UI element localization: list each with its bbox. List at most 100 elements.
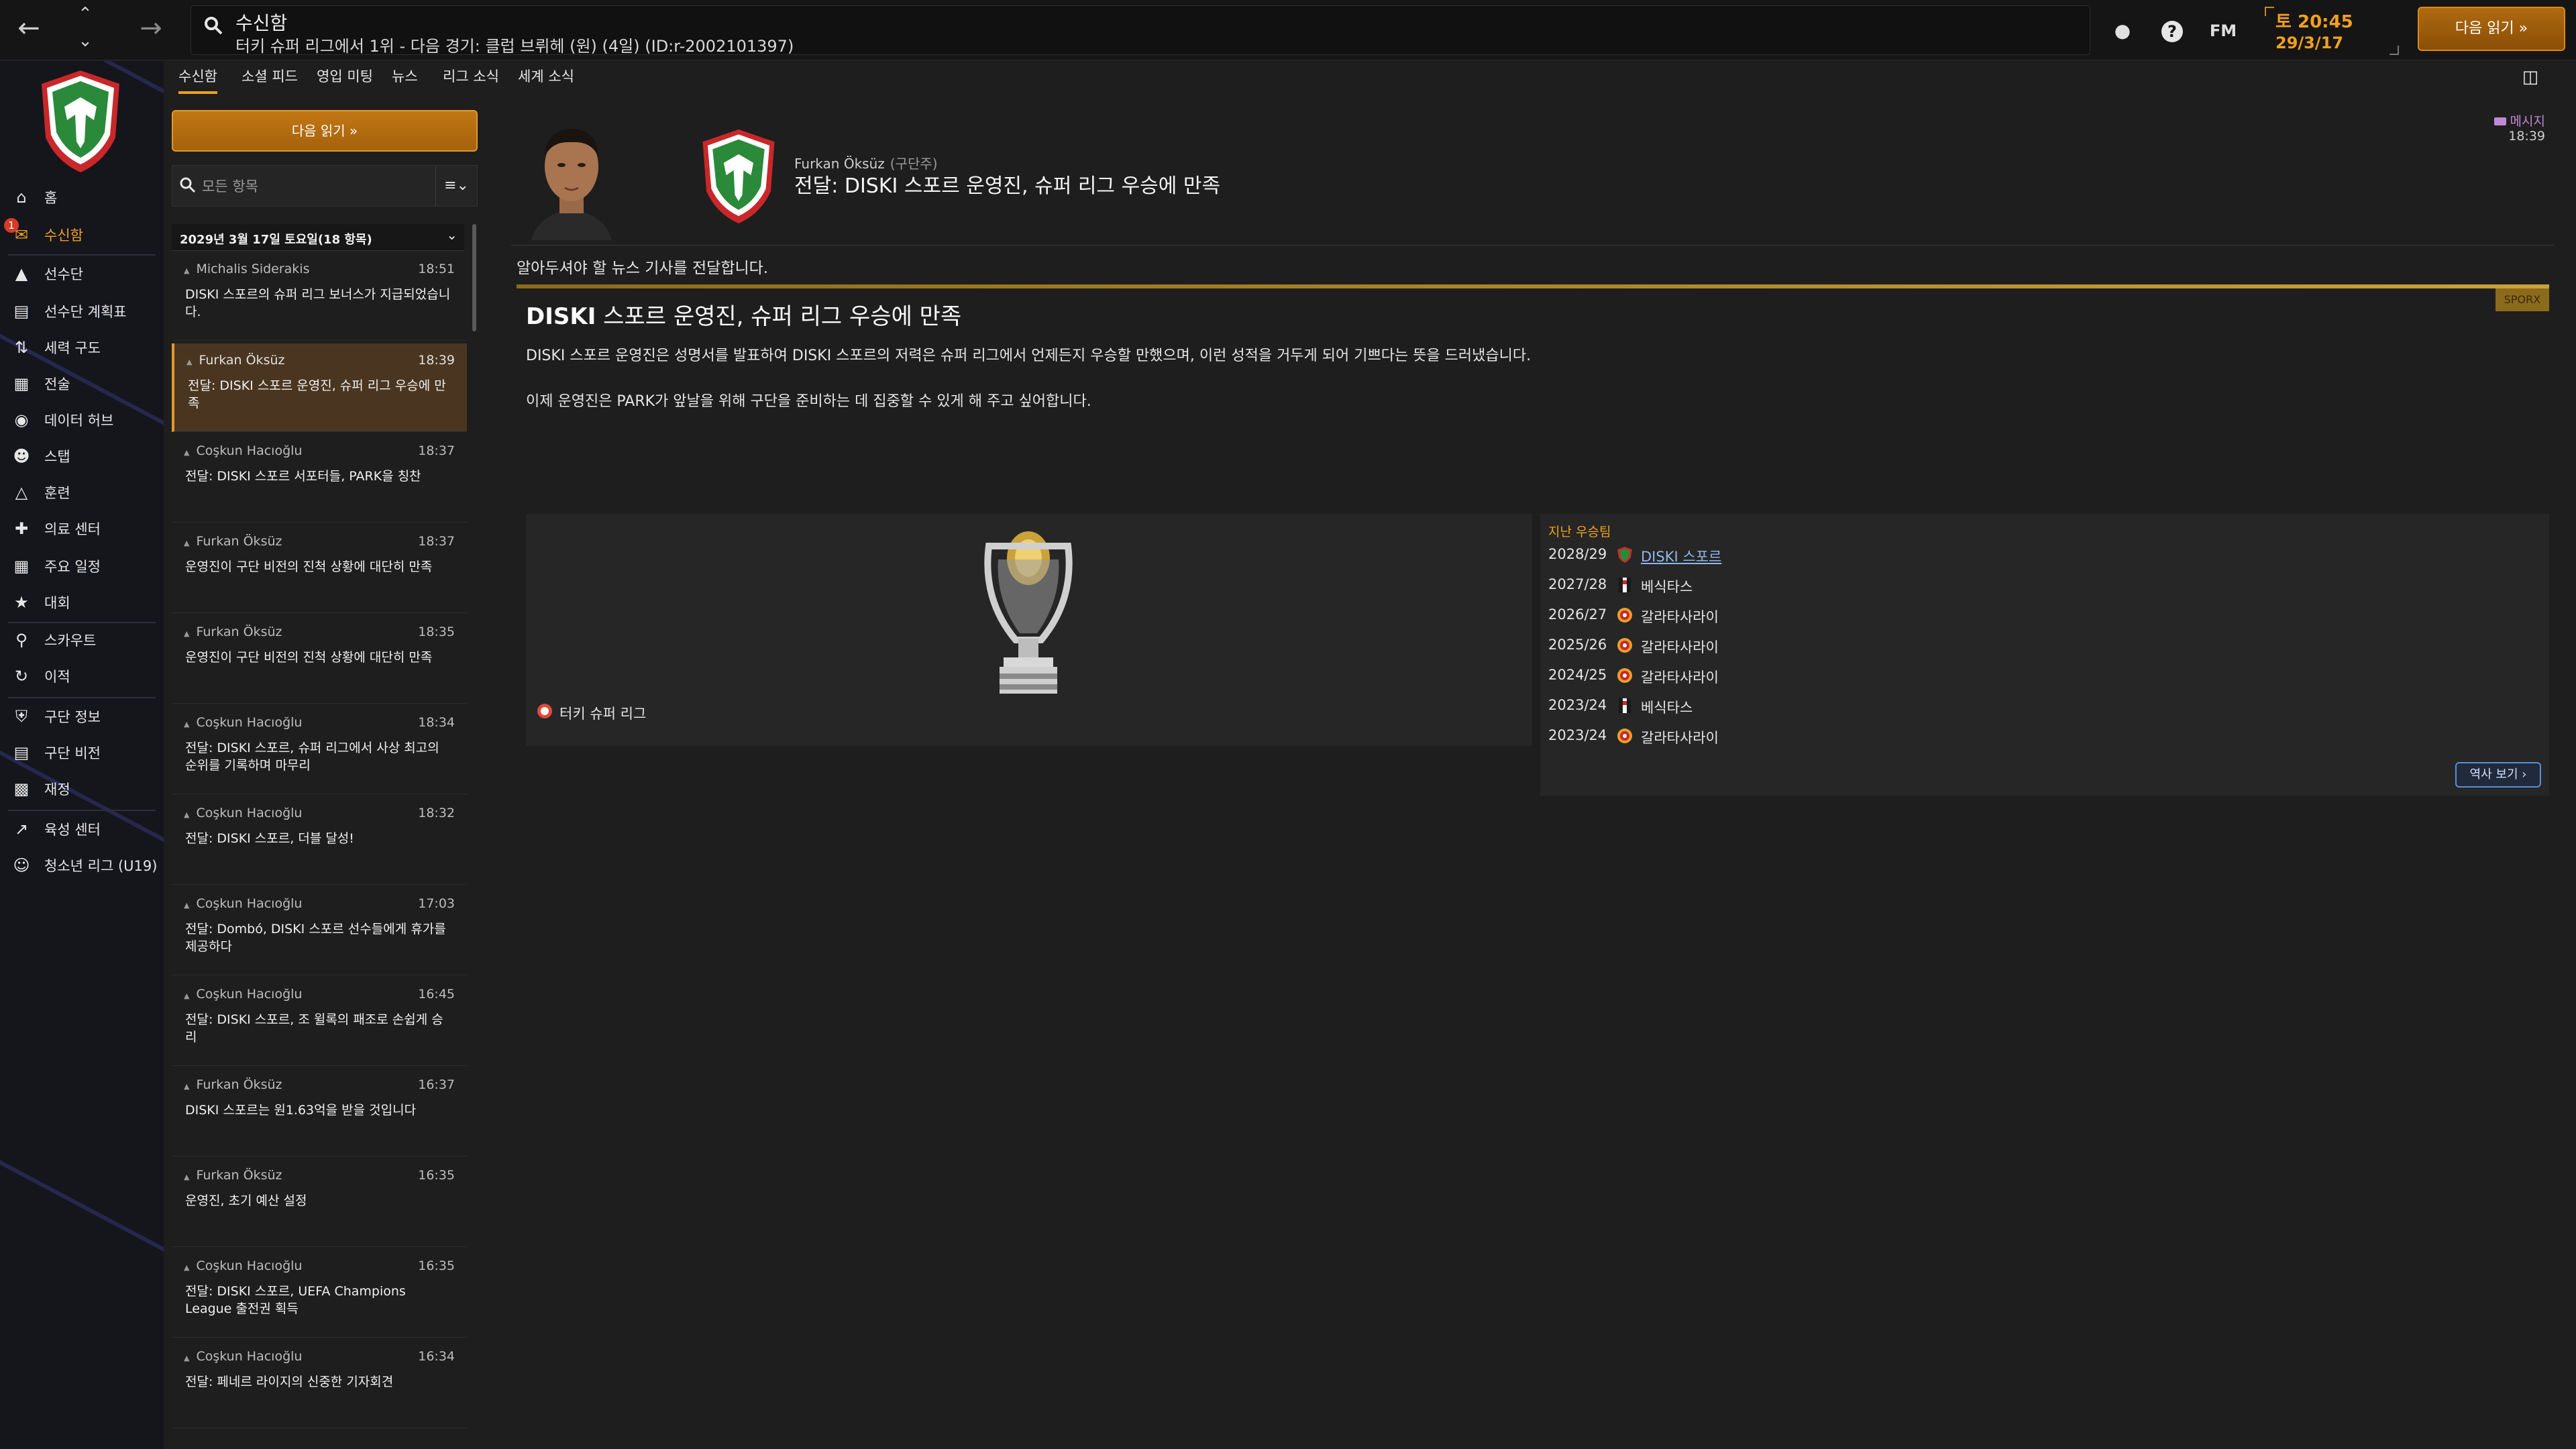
winner-season: 2023/24 bbox=[1548, 697, 1607, 713]
message-sender: Furkan Öksüz bbox=[184, 534, 282, 549]
article-paragraph: 이제 운영진은 PARK가 앞날을 위해 구단을 준비하는 데 집중할 수 있게… bbox=[526, 393, 1091, 410]
double-chevron-right-icon: » bbox=[350, 123, 358, 139]
fm-logo[interactable]: FM bbox=[2207, 17, 2239, 44]
message-subject: 전달: DISKI 스포르, 더블 달성! bbox=[185, 831, 354, 846]
winner-row: 2026/27 갈라타사라이 bbox=[1548, 601, 1951, 628]
sidebar-item-home[interactable]: ⌂ 홈 bbox=[0, 179, 164, 215]
galatasaray-crest-icon bbox=[1617, 668, 1632, 683]
message-item-selected[interactable]: Furkan Öksüz 18:39 전달: DISKI 스포르 운영진, 슈퍼… bbox=[172, 343, 467, 432]
sidebar-item-scouting[interactable]: ⚲ 스카우트 bbox=[0, 622, 164, 658]
message-intro: 알아두셔야 할 뉴스 기사를 전달합니다. bbox=[517, 260, 769, 277]
besiktas-crest-icon bbox=[1619, 698, 1631, 713]
sidebar-item-finances[interactable]: ▩ 재정 bbox=[0, 771, 164, 807]
sidebar-item-transfers[interactable]: ↻ 이적 bbox=[0, 658, 164, 694]
view-history-button[interactable]: 역사 보기 › bbox=[2455, 762, 2541, 788]
game-datetime[interactable]: 토 20:45 29/3/17 bbox=[2265, 7, 2399, 55]
back-arrow-icon[interactable]: ← bbox=[12, 15, 46, 46]
inbox-search-input[interactable] bbox=[202, 176, 430, 197]
help-icon[interactable]: ? bbox=[2159, 17, 2186, 44]
message-item[interactable]: Coşkun Hacıoğlu 18:32 전달: DISKI 스포르, 더블 … bbox=[172, 796, 467, 885]
article-title-rest: 스포르 운영진, 슈퍼 리그 우승에 만족 bbox=[596, 303, 962, 330]
galatasaray-crest-icon bbox=[1617, 729, 1632, 743]
sidebar-item-tactics[interactable]: ▦ 전술 bbox=[0, 366, 164, 402]
sidebar-item-staff[interactable]: ☻ 스탭 bbox=[0, 438, 164, 474]
winner-row: 2023/24 갈라타사라이 bbox=[1548, 722, 1951, 749]
message-type-tag: 메시지 bbox=[2494, 111, 2545, 129]
sidebar-item-competitions[interactable]: ★ 대회 bbox=[0, 584, 164, 621]
winner-club[interactable]: 갈라타사라이 bbox=[1641, 727, 1719, 747]
sidebar-item-development[interactable]: ↗ 육성 센터 bbox=[0, 811, 164, 847]
message-item[interactable]: Coşkun Hacıoğlu 18:37 전달: DISKI 스포르 서포터들… bbox=[172, 434, 467, 523]
sidebar: ⌂ 홈 1 ✉ 수신함 ▲ 선수단 ▤ 선수단 계획표 ⇅ 세력 구도 ▦ 전술… bbox=[0, 61, 164, 1449]
winner-club[interactable]: 베식타스 bbox=[1641, 576, 1693, 596]
sidebar-item-youth-league[interactable]: ☺ 청소년 리그 (U19) bbox=[0, 847, 164, 883]
club-crest-icon[interactable] bbox=[699, 126, 778, 227]
article-paragraph: DISKI 스포르 운영진은 성명서를 발표하여 DISKI 스포르의 저력은 … bbox=[526, 347, 1532, 364]
message-sender: Furkan Öksüz bbox=[186, 353, 284, 368]
sidebar-item-data-hub[interactable]: ◉ 데이터 허브 bbox=[0, 402, 164, 438]
sender-portrait[interactable] bbox=[525, 114, 619, 240]
date-group-header[interactable]: 2029년 3월 17일 토요일(18 항목) ⌄ bbox=[172, 224, 464, 251]
message-item[interactable]: Furkan Öksüz 16:37 DISKI 스포르는 원1.63억을 받을… bbox=[172, 1068, 467, 1157]
winner-club[interactable]: 갈라타사라이 bbox=[1641, 606, 1719, 627]
title-search-bar[interactable]: 수신함 터키 슈퍼 리그에서 1위 - 다음 경기: 클럽 브뤼헤 (원) (4… bbox=[191, 5, 2090, 56]
continue-button[interactable]: 다음 읽기 » bbox=[2418, 7, 2565, 51]
message-time: 18:35 bbox=[418, 625, 455, 639]
message-item[interactable]: Coşkun Hacıoğlu 16:34 전달: 페네르 라이지의 신중한 기… bbox=[172, 1340, 467, 1428]
continue-label: 다음 읽기 bbox=[2455, 20, 2514, 37]
search-icon bbox=[180, 177, 196, 193]
sidebar-item-club-vision[interactable]: ▤ 구단 비전 bbox=[0, 735, 164, 771]
tab-social-feed[interactable]: 소셜 피드 bbox=[241, 66, 298, 91]
sidebar-item-schedule[interactable]: ▦ 주요 일정 bbox=[0, 548, 164, 584]
tab-news[interactable]: 뉴스 bbox=[392, 66, 418, 91]
message-item[interactable]: Coşkun Hacıoğlu 17:03 전달: Dombó, DISKI 스… bbox=[172, 887, 467, 975]
sidebar-item-squad-planner[interactable]: ▤ 선수단 계획표 bbox=[0, 293, 164, 329]
tab-recruitment-meetings[interactable]: 영입 미팅 bbox=[317, 66, 373, 91]
sidebar-item-dynamics[interactable]: ⇅ 세력 구도 bbox=[0, 329, 164, 366]
sort-menu-icon[interactable]: ≡⌄ bbox=[435, 166, 477, 206]
message-item[interactable]: Furkan Öksüz 18:37 운영진이 구단 비전의 진척 상황에 대단… bbox=[172, 525, 467, 613]
inbox-list-panel: 다음 읽기 » ≡⌄ 2029년 3월 17일 토요일(18 항목) ⌄ Mic… bbox=[168, 101, 483, 1449]
sidebar-item-club-info[interactable]: ⛨ 구단 정보 bbox=[0, 698, 164, 735]
club-crest-icon[interactable] bbox=[38, 68, 123, 175]
globe-icon[interactable]: ● bbox=[2109, 17, 2136, 44]
winner-season: 2026/27 bbox=[1548, 606, 1607, 623]
message-item[interactable]: Michalis Siderakis 18:51 DISKI 스포르의 슈퍼 리… bbox=[172, 252, 467, 341]
message-item[interactable]: Coşkun Hacıoğlu 18:34 전달: DISKI 스포르, 슈퍼 … bbox=[172, 706, 467, 794]
winner-club-link[interactable]: DISKI 스포르 bbox=[1641, 546, 1721, 566]
sidebar-item-inbox[interactable]: 1 ✉ 수신함 bbox=[0, 217, 164, 253]
winner-club[interactable]: 갈라타사라이 bbox=[1641, 667, 1719, 687]
scout-icon: ⚲ bbox=[15, 631, 28, 649]
sidebar-item-medical[interactable]: ✚ 의료 센터 bbox=[0, 511, 164, 547]
message-item[interactable]: Furkan Öksüz 18:35 운영진이 구단 비전의 진척 상황에 대단… bbox=[172, 615, 467, 704]
chevron-down-icon[interactable]: ⌄ bbox=[75, 32, 95, 52]
staff-icon: ☻ bbox=[13, 447, 30, 466]
tab-world-news[interactable]: 세계 소식 bbox=[518, 66, 574, 91]
message-subject: 전달: DISKI 스포르 서포터들, PARK을 칭찬 bbox=[185, 469, 421, 484]
continue-list-button[interactable]: 다음 읽기 » bbox=[172, 110, 478, 152]
chevron-up-icon[interactable]: ⌃ bbox=[75, 5, 95, 25]
galatasaray-crest-icon bbox=[1617, 608, 1632, 623]
layout-toggle-icon[interactable]: ◫ bbox=[2517, 67, 2544, 89]
tab-league-news[interactable]: 리그 소식 bbox=[443, 66, 499, 91]
forward-arrow-icon[interactable]: → bbox=[134, 15, 168, 46]
winner-club[interactable]: 갈라타사라이 bbox=[1641, 637, 1719, 657]
sidebar-item-squad[interactable]: ▲ 선수단 bbox=[0, 256, 164, 292]
message-item[interactable]: Coşkun Hacıoğlu 16:45 전달: DISKI 스포르, 조 윌… bbox=[172, 977, 467, 1066]
chevron-down-icon: ⌄ bbox=[446, 227, 458, 243]
inbox-badge: 1 bbox=[4, 218, 19, 233]
message-sender: Coşkun Hacıoğlu bbox=[184, 806, 302, 820]
tab-inbox[interactable]: 수신함 bbox=[178, 66, 217, 94]
winner-club[interactable]: 베식타스 bbox=[1641, 697, 1693, 717]
message-item[interactable]: Coşkun Hacıoğlu 16:35 전달: DISKI 스포르, UEF… bbox=[172, 1249, 467, 1338]
past-winners-card: 지난 우승팀 2028/29 DISKI 스포르 2027/28 베식타스 20… bbox=[1540, 514, 2549, 796]
message-subject: 전달: DISKI 스포르, UEFA Champions League 출전권… bbox=[185, 1284, 406, 1316]
data-hub-icon: ◉ bbox=[14, 411, 29, 429]
competition-name[interactable]: 터키 슈퍼 리그 bbox=[559, 703, 646, 723]
list-scrollbar[interactable] bbox=[472, 224, 476, 331]
message-sender: Coşkun Hacıoğlu bbox=[184, 987, 302, 1002]
message-item[interactable]: Furkan Öksüz 16:35 운영진, 초기 예산 설정 bbox=[172, 1159, 467, 1247]
besiktas-crest-icon bbox=[1619, 578, 1631, 592]
message-sender: Coşkun Hacıoğlu bbox=[184, 715, 302, 730]
sidebar-item-training[interactable]: △ 훈련 bbox=[0, 474, 164, 511]
